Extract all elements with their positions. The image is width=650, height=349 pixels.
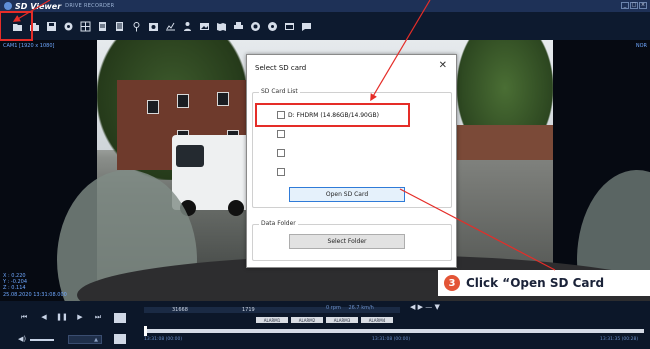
frame-left-value: 31668	[172, 307, 188, 313]
window-controls: _ □ ×	[621, 2, 647, 9]
speed-field[interactable]: ▲	[68, 335, 102, 344]
minimize-button[interactable]: _	[621, 2, 629, 9]
people-icon[interactable]	[182, 21, 193, 32]
alarm3-button[interactable]: ALARM3	[326, 317, 358, 323]
open-sd-card-button[interactable]: Open SD Card	[289, 187, 405, 202]
alarm4-button[interactable]: ALARM4	[361, 317, 393, 323]
app-logo-icon	[4, 2, 12, 10]
app-name: SD Viewer	[15, 1, 62, 11]
video-timestamp: 25.08.2020 13:31:08.000	[3, 292, 67, 298]
empty-checkbox[interactable]	[277, 130, 285, 138]
save-icon[interactable]	[46, 21, 57, 32]
gsensor-z: Z : 0.114	[3, 285, 26, 291]
select-folder-button[interactable]: Select Folder	[289, 234, 405, 249]
doc-icon[interactable]	[97, 21, 108, 32]
title-bar: SD Viewer DRIVE RECORDER _ □ ×	[0, 0, 650, 12]
print-icon[interactable]	[233, 21, 244, 32]
empty-checkbox[interactable]	[277, 149, 285, 157]
alarm-buttons: ALARM1 ALARM2 ALARM3 ALARM4	[256, 317, 393, 323]
van-image	[172, 135, 252, 216]
doc2-icon[interactable]	[114, 21, 125, 32]
settings-icon[interactable]	[63, 21, 74, 32]
instruction-callout: 3 Click “Open SD Card	[438, 270, 650, 296]
sd-viewer-window: SD Viewer DRIVE RECORDER _ □ × CAM1 [192…	[0, 0, 650, 349]
instruction-text: Click “Open SD Card	[466, 276, 605, 290]
rpm-value: 0 rpm	[326, 305, 341, 311]
alarm1-button[interactable]: ALARM1	[256, 317, 288, 323]
volume-slider[interactable]	[30, 339, 54, 341]
speed-readout: 0 rpm 26.7 km/h	[326, 305, 374, 311]
time-start-label: 13:31:08 (00:00)	[144, 337, 183, 342]
chart-icon[interactable]	[165, 21, 176, 32]
image-icon[interactable]	[199, 21, 210, 32]
kmh-value: 26.7 km/h	[348, 305, 374, 311]
map-icon[interactable]	[216, 21, 227, 32]
folder-icon[interactable]	[12, 21, 23, 32]
pause-button[interactable]: ❚❚	[56, 311, 68, 323]
data-folder-label: Data Folder	[259, 220, 298, 227]
sd-card-list-label: SD Card List	[259, 88, 300, 95]
seek-bar[interactable]	[144, 326, 644, 336]
maximize-button[interactable]: □	[630, 2, 638, 9]
prev-frame-button[interactable]: ◀	[38, 311, 50, 323]
toolbar	[0, 12, 650, 40]
playback-controls: ⏮ ◀ ❚❚ ▶ ⏭ ◀) ▲ 31668 1719 0 rpm 26.7 km…	[0, 301, 650, 349]
window-icon[interactable]	[284, 21, 295, 32]
camera-capture-icon[interactable]	[114, 313, 126, 323]
seek-knob[interactable]	[144, 326, 147, 336]
open-icon[interactable]	[29, 21, 40, 32]
frame-right-value: 1719	[242, 307, 255, 313]
dialog-close-button[interactable]: ✕	[439, 60, 447, 71]
capture-icon[interactable]	[148, 21, 159, 32]
sd-card-empty-row[interactable]	[277, 168, 285, 176]
mode-label: NOR	[635, 43, 647, 49]
target-icon[interactable]	[267, 21, 278, 32]
skip-start-button[interactable]: ⏮	[18, 311, 30, 323]
dialog-title: Select SD card	[255, 64, 307, 72]
close-window-button[interactable]: ×	[639, 2, 647, 9]
alarm2-button[interactable]: ALARM2	[291, 317, 323, 323]
sd-card-empty-row[interactable]	[277, 149, 285, 157]
step-number-badge: 3	[444, 275, 460, 291]
time-end-label: 13:31:35 (00:28)	[600, 337, 639, 342]
snapshot-icon[interactable]	[114, 334, 126, 344]
chat-icon[interactable]	[301, 21, 312, 32]
sd-entry-highlight	[255, 103, 410, 127]
time-mid-label: 13:31:08 (00:00)	[372, 337, 411, 342]
grid-icon[interactable]	[80, 21, 91, 32]
volume-icon[interactable]: ◀)	[18, 335, 26, 343]
nav-arrows[interactable]: ◀ ▶ — ▼	[410, 303, 440, 311]
record-icon[interactable]	[250, 21, 261, 32]
play-button[interactable]: ▶	[74, 311, 86, 323]
select-sd-card-dialog: Select SD card ✕ SD Card List D: FHDRM (…	[246, 54, 457, 268]
sd-card-empty-row[interactable]	[277, 130, 285, 138]
cam-resolution-label: CAM1 [1920 x 1080]	[3, 43, 55, 49]
pin-icon[interactable]	[131, 21, 142, 32]
empty-checkbox[interactable]	[277, 168, 285, 176]
app-subtitle: DRIVE RECORDER	[65, 3, 115, 9]
skip-end-button[interactable]: ⏭	[92, 311, 104, 323]
